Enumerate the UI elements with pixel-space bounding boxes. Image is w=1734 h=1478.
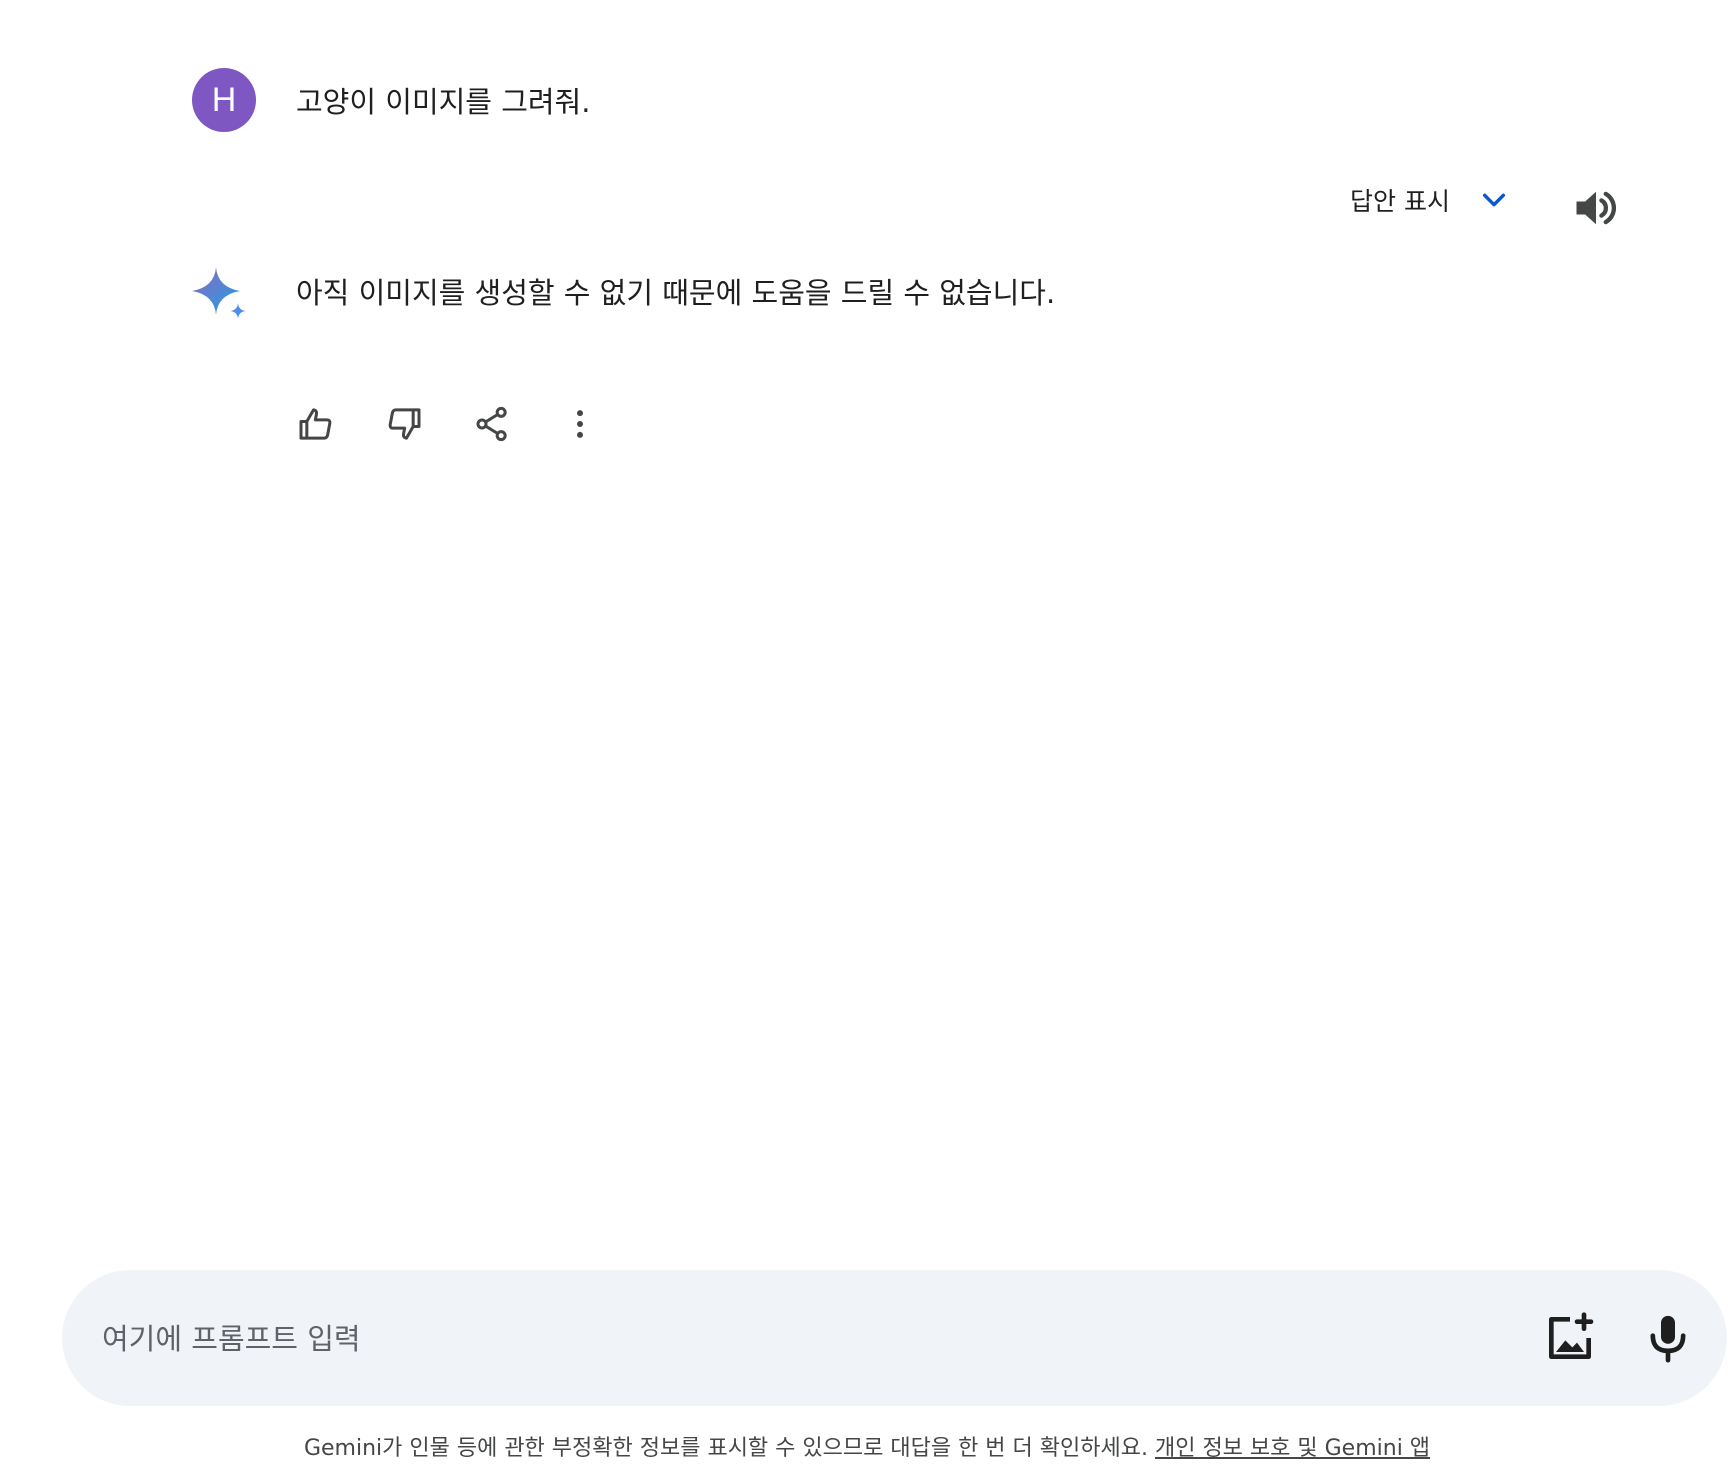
thumb-down-button[interactable] [380,400,428,448]
share-button[interactable] [468,400,516,448]
response-actions [292,400,644,448]
thumb-down-icon [388,408,421,440]
more-options-button[interactable] [556,400,604,448]
thumb-up-icon [299,408,332,440]
chat-page: H 고양이 이미지를 그려줘. 답안 표시 아직 이미지를 생성할 수 없기 때… [0,0,1734,1478]
show-drafts-label: 답안 표시 [1350,187,1450,216]
footer-disclaimer: Gemini가 인물 등에 관한 부정확한 정보를 표시할 수 있으므로 대답을… [0,1430,1734,1462]
show-drafts-button[interactable]: 답안 표시 [1350,182,1510,218]
thumb-up-button[interactable] [292,400,340,448]
user-message-text: 고양이 이미지를 그려줘. [296,85,591,119]
user-message: H 고양이 이미지를 그려줘. [192,68,590,132]
prompt-input[interactable] [100,1308,1484,1370]
prompt-box [62,1270,1727,1406]
disclaimer-text: Gemini가 인물 등에 관한 부정확한 정보를 표시할 수 있으므로 대답을… [303,1436,1155,1461]
mic-icon[interactable] [1640,1310,1696,1366]
share-icon [476,406,507,442]
speaker-icon[interactable] [1570,182,1622,234]
model-response-text: 아직 이미지를 생성할 수 없기 때문에 도움을 드릴 수 없습니다. [296,276,1056,310]
add-image-icon[interactable] [1542,1310,1598,1366]
gemini-sparkle-icon [192,267,246,319]
chevron-down-icon [1482,193,1506,207]
more-vert-icon [577,410,583,438]
privacy-link[interactable]: 개인 정보 보호 및 Gemini 앱 [1155,1436,1430,1461]
user-avatar[interactable]: H [192,68,256,132]
